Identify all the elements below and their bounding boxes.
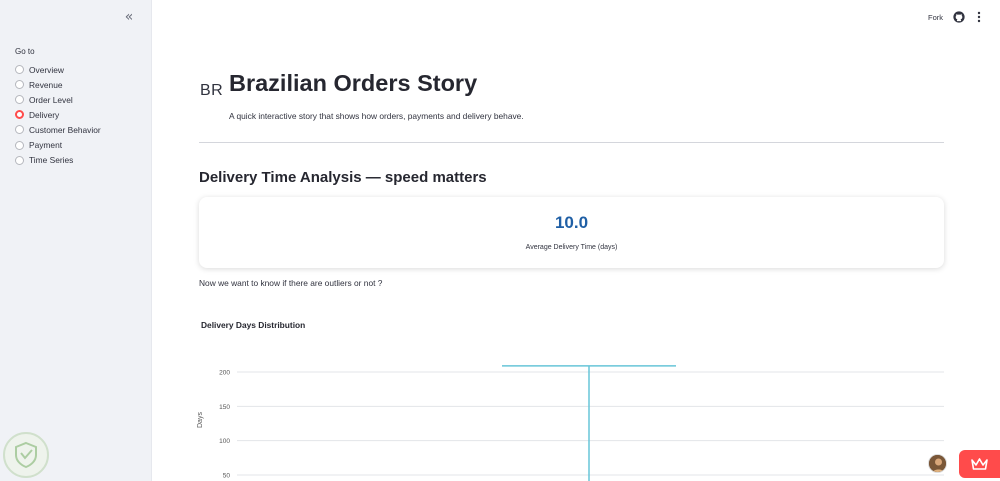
- chevron-double-left-icon[interactable]: «: [121, 9, 137, 25]
- section-title: Delivery Time Analysis — speed matters: [199, 169, 487, 186]
- radio-icon[interactable]: [15, 95, 24, 105]
- watermark-logo: [3, 432, 49, 478]
- nav-item-label: Overview: [29, 64, 64, 75]
- nav-radio-group: Overview Revenue Order Level Delivery Custom…: [15, 62, 101, 168]
- page-title-prefix: BR: [200, 82, 224, 99]
- nav-item-label: Payment: [29, 140, 63, 151]
- nav-item-label: Time Series: [29, 155, 74, 166]
- nav-item-label: Customer Behavior: [29, 124, 101, 135]
- nav-item-revenue[interactable]: Revenue: [15, 77, 101, 92]
- y-tick-label: 200: [219, 370, 230, 377]
- chart-title: Delivery Days Distribution: [201, 320, 306, 330]
- page-subtitle: A quick interactive story that shows how…: [229, 111, 524, 121]
- radio-icon[interactable]: [15, 65, 24, 75]
- crown-icon: [971, 458, 988, 470]
- divider: [199, 142, 944, 143]
- metric-label: Average Delivery Time (days): [525, 244, 618, 251]
- goto-label: Go to: [15, 47, 35, 56]
- radio-icon[interactable]: [15, 110, 24, 120]
- nav-item-time-series[interactable]: Time Series: [15, 153, 101, 168]
- fork-button[interactable]: Fork: [928, 13, 943, 22]
- page-title: Brazilian Orders Story: [229, 70, 478, 96]
- nav-item-payment[interactable]: Payment: [15, 137, 101, 152]
- kebab-menu-icon[interactable]: [974, 11, 984, 23]
- nav-item-delivery[interactable]: Delivery: [15, 107, 101, 122]
- delivery-days-chart[interactable]: 50 100 150 200: [195, 355, 955, 481]
- radio-icon[interactable]: [15, 125, 24, 135]
- avatar[interactable]: [928, 454, 947, 473]
- nav-item-label: Delivery: [29, 109, 60, 120]
- nav-item-order-level[interactable]: Order Level: [15, 92, 101, 107]
- radio-icon[interactable]: [15, 155, 24, 165]
- crown-button[interactable]: [959, 450, 1000, 478]
- y-tick-label: 50: [223, 473, 231, 480]
- nav-item-customer-behavior[interactable]: Customer Behavior: [15, 122, 101, 137]
- y-tick-label: 150: [219, 404, 230, 411]
- radio-icon[interactable]: [15, 140, 24, 150]
- y-tick-label: 100: [219, 438, 230, 445]
- question-text: Now we want to know if there are outlier…: [199, 278, 383, 288]
- github-icon[interactable]: [953, 11, 965, 23]
- metric-card: 10.0 Average Delivery Time (days): [199, 197, 944, 268]
- y-axis-label: Days: [197, 412, 204, 428]
- metric-value: 10.0: [554, 213, 589, 232]
- nav-item-label: Revenue: [29, 79, 63, 90]
- sidebar: « Go to Overview Revenue Order Level Delive…: [0, 0, 152, 481]
- nav-item-overview[interactable]: Overview: [15, 62, 101, 77]
- nav-item-label: Order Level: [29, 94, 73, 105]
- radio-icon[interactable]: [15, 80, 24, 90]
